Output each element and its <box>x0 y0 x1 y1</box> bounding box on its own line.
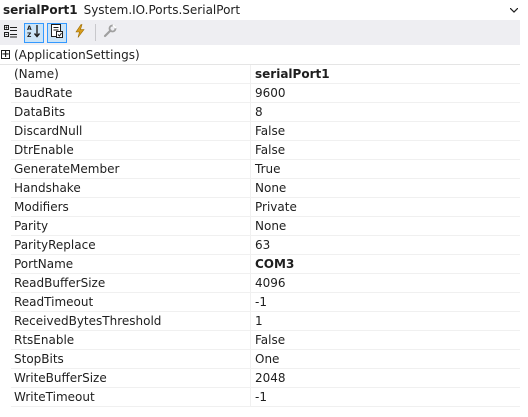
property-value[interactable]: 1 <box>251 312 520 331</box>
property-name[interactable]: ReadBufferSize <box>11 274 251 293</box>
row-margin <box>0 388 11 407</box>
row-margin <box>0 160 11 179</box>
property-row[interactable]: ReceivedBytesThreshold 1 <box>0 312 520 331</box>
property-name[interactable]: PortName <box>11 255 251 274</box>
property-row[interactable]: WriteTimeout -1 <box>0 388 520 407</box>
property-row[interactable]: PortName COM3 <box>0 255 520 274</box>
property-name[interactable]: WriteBufferSize <box>11 369 251 388</box>
property-row[interactable]: Handshake None <box>0 179 520 198</box>
row-margin <box>0 312 11 331</box>
property-row[interactable]: Modifiers Private <box>0 198 520 217</box>
property-value[interactable]: None <box>251 179 520 198</box>
property-pages-wrench-icon <box>103 24 117 41</box>
svg-text:A: A <box>27 25 32 32</box>
property-name[interactable]: RtsEnable <box>11 331 251 350</box>
property-value[interactable]: True <box>251 160 520 179</box>
property-name[interactable]: Parity <box>11 217 251 236</box>
row-margin <box>0 350 11 369</box>
property-value[interactable]: False <box>251 122 520 141</box>
property-pages-button[interactable] <box>100 23 120 43</box>
property-value[interactable]: 63 <box>251 236 520 255</box>
property-row[interactable]: Parity None <box>0 217 520 236</box>
row-margin <box>0 369 11 388</box>
row-margin <box>0 84 11 103</box>
categorized-button[interactable] <box>1 23 21 43</box>
property-row[interactable]: BaudRate 9600 <box>0 84 520 103</box>
property-value[interactable]: One <box>251 350 520 369</box>
categorized-icon <box>4 24 18 41</box>
row-margin <box>0 141 11 160</box>
selected-object-type: System.IO.Ports.SerialPort <box>83 2 241 17</box>
property-name[interactable]: (Name) <box>11 65 251 84</box>
row-margin <box>0 236 11 255</box>
properties-icon <box>50 24 64 41</box>
property-value[interactable]: False <box>251 141 520 160</box>
svg-text:Z: Z <box>27 32 32 38</box>
row-margin <box>0 255 11 274</box>
property-value[interactable]: 8 <box>251 103 520 122</box>
row-margin <box>0 217 11 236</box>
category-label: (ApplicationSettings) <box>14 48 140 62</box>
properties-window: serialPort1 System.IO.Ports.SerialPort A… <box>0 0 528 417</box>
category-row-application-settings[interactable]: + (ApplicationSettings) <box>0 46 520 65</box>
alphabetical-button[interactable]: A Z <box>24 22 44 43</box>
property-value[interactable]: Private <box>251 198 520 217</box>
row-margin <box>0 331 11 350</box>
events-lightning-icon <box>73 24 87 41</box>
property-value[interactable]: -1 <box>251 293 520 312</box>
property-row[interactable]: ParityReplace 63 <box>0 236 520 255</box>
events-button[interactable] <box>70 23 90 43</box>
property-row[interactable]: GenerateMember True <box>0 160 520 179</box>
expand-plus-icon[interactable]: + <box>1 50 10 60</box>
property-name[interactable]: DataBits <box>11 103 251 122</box>
chevron-down-icon[interactable] <box>508 4 520 16</box>
property-value[interactable]: 4096 <box>251 274 520 293</box>
property-row[interactable]: DiscardNull False <box>0 122 520 141</box>
row-margin <box>0 122 11 141</box>
property-name[interactable]: Handshake <box>11 179 251 198</box>
row-margin <box>0 293 11 312</box>
property-row[interactable]: StopBits One <box>0 350 520 369</box>
property-value[interactable]: 9600 <box>251 84 520 103</box>
scrollbar-gutter <box>520 0 528 417</box>
property-name[interactable]: BaudRate <box>11 84 251 103</box>
property-row[interactable]: DataBits 8 <box>0 103 520 122</box>
property-value[interactable]: False <box>251 331 520 350</box>
property-value[interactable]: 2048 <box>251 369 520 388</box>
property-name[interactable]: StopBits <box>11 350 251 369</box>
alphabetical-icon: A Z <box>27 24 41 41</box>
property-value[interactable]: COM3 <box>251 255 520 274</box>
property-value[interactable]: None <box>251 217 520 236</box>
property-value[interactable]: -1 <box>251 388 520 407</box>
property-name[interactable]: GenerateMember <box>11 160 251 179</box>
row-margin <box>0 198 11 217</box>
property-row[interactable]: (Name) serialPort1 <box>0 65 520 84</box>
property-row[interactable]: ReadBufferSize 4096 <box>0 274 520 293</box>
property-name[interactable]: ReadTimeout <box>11 293 251 312</box>
selected-object-name: serialPort1 <box>3 2 78 17</box>
property-name[interactable]: DtrEnable <box>11 141 251 160</box>
row-margin <box>0 274 11 293</box>
property-grid: + (ApplicationSettings) (Name) serialPort… <box>0 46 520 407</box>
row-margin <box>0 179 11 198</box>
property-name[interactable]: Modifiers <box>11 198 251 217</box>
property-value[interactable]: serialPort1 <box>251 65 520 84</box>
property-name[interactable]: DiscardNull <box>11 122 251 141</box>
property-row[interactable]: DtrEnable False <box>0 141 520 160</box>
row-margin <box>0 65 11 84</box>
property-row[interactable]: WriteBufferSize 2048 <box>0 369 520 388</box>
property-row[interactable]: RtsEnable False <box>0 331 520 350</box>
toolbar-separator <box>95 24 96 41</box>
property-name[interactable]: ParityReplace <box>11 236 251 255</box>
properties-button[interactable] <box>47 22 67 43</box>
properties-toolbar: A Z <box>0 20 520 45</box>
object-selector[interactable]: serialPort1 System.IO.Ports.SerialPort <box>0 0 520 19</box>
property-name[interactable]: WriteTimeout <box>11 388 251 407</box>
row-margin <box>0 103 11 122</box>
property-row[interactable]: ReadTimeout -1 <box>0 293 520 312</box>
property-name[interactable]: ReceivedBytesThreshold <box>11 312 251 331</box>
